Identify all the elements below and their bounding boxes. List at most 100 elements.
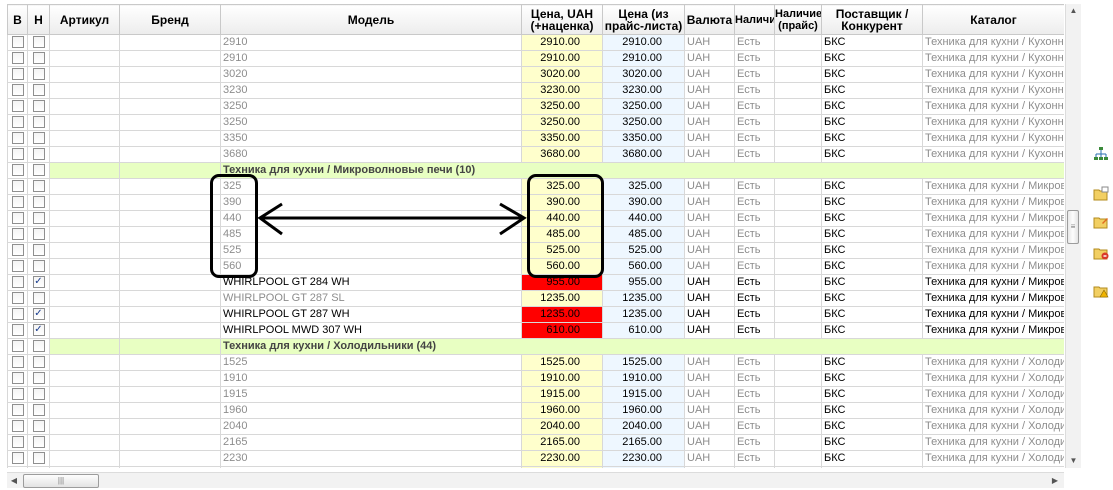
cell-price-markup[interactable]: 2040.00 xyxy=(521,418,603,435)
checkbox-v[interactable] xyxy=(11,436,24,449)
col-header-brand[interactable]: Бренд xyxy=(119,4,221,35)
cell-availability[interactable]: Есть xyxy=(734,178,775,195)
cell-availability[interactable]: Есть xyxy=(734,258,775,275)
table-row[interactable]: 3350 3350.00 3350.00 UAH Есть БКС Техника для … xyxy=(7,130,1064,147)
cell-article[interactable] xyxy=(49,242,120,259)
cell-catalog[interactable]: Техника для кухни / Микроволновые xyxy=(922,258,1064,275)
checkbox-n[interactable] xyxy=(32,180,45,193)
checkbox-v[interactable] xyxy=(11,276,24,289)
cell-price-list[interactable]: 1910.00 xyxy=(602,370,685,387)
cell-availability-price[interactable] xyxy=(774,370,822,387)
cell-brand[interactable] xyxy=(119,290,221,307)
checkbox-v[interactable] xyxy=(11,212,24,225)
cell-supplier[interactable]: БКС xyxy=(821,194,923,211)
vertical-scroll-thumb[interactable]: ≡ xyxy=(1067,210,1079,244)
scroll-up-icon[interactable]: ▲ xyxy=(1066,4,1081,18)
cell-availability[interactable]: Есть xyxy=(734,226,775,243)
cell-currency[interactable]: UAH xyxy=(684,130,735,147)
cell-supplier[interactable]: БКС xyxy=(821,50,923,67)
checkbox-v[interactable] xyxy=(11,372,24,385)
cell-catalog[interactable]: Техника для кухни / Кухонные xyxy=(922,114,1064,131)
cell-availability-price[interactable] xyxy=(774,98,822,115)
cell-catalog[interactable]: Техника для кухни / Холодильники xyxy=(922,402,1064,419)
table-row[interactable]: 2230 2230.00 2230.00 UAH Есть БКС Техника для … xyxy=(7,450,1064,467)
cell-article[interactable] xyxy=(49,178,120,195)
table-row[interactable]: 3250 3250.00 3250.00 UAH Есть БКС Техника для … xyxy=(7,114,1064,131)
cell-catalog[interactable]: Техника для кухни / Микроволновые xyxy=(922,322,1064,339)
cell-catalog[interactable]: Техника для кухни / Холодильники xyxy=(922,386,1064,403)
cell-availability-price[interactable] xyxy=(774,226,822,243)
cell-currency[interactable]: UAH xyxy=(684,194,735,211)
checkbox-v[interactable] xyxy=(11,340,24,353)
cell-price-markup[interactable]: 610.00 xyxy=(521,322,603,339)
checkbox-n[interactable] xyxy=(32,36,45,49)
cell-brand[interactable] xyxy=(119,210,221,227)
tree-icon[interactable] xyxy=(1093,146,1109,162)
cell-supplier[interactable]: БКС xyxy=(821,322,923,339)
cell-brand[interactable] xyxy=(119,226,221,243)
table-row[interactable]: 3250 3250.00 3250.00 UAH Есть БКС Техника для … xyxy=(7,98,1064,115)
cell-currency[interactable]: UAH xyxy=(684,66,735,83)
cell-supplier[interactable]: БКС xyxy=(821,242,923,259)
checkbox-n[interactable] xyxy=(32,196,45,209)
cell-availability[interactable]: Есть xyxy=(734,434,775,451)
cell-availability[interactable]: Есть xyxy=(734,66,775,83)
group-row[interactable]: Техника для кухни / Холодильники (44) xyxy=(7,338,1064,355)
table-row[interactable]: 3680 3680.00 3680.00 UAH Есть БКС Техника для … xyxy=(7,146,1064,163)
checkbox-v[interactable] xyxy=(11,52,24,65)
cell-brand[interactable] xyxy=(119,146,221,163)
cell-availability[interactable]: Есть xyxy=(734,450,775,467)
cell-article[interactable] xyxy=(49,210,120,227)
col-header-supplier[interactable]: Поставщик / Конкурент xyxy=(821,4,923,35)
cell-brand[interactable] xyxy=(119,130,221,147)
cell-article[interactable] xyxy=(49,258,120,275)
group-label[interactable]: Техника для кухни / Микроволновые печи (… xyxy=(220,162,1064,179)
cell-currency[interactable]: UAH xyxy=(684,98,735,115)
cell-catalog[interactable]: Техника для кухни / Микроволновые xyxy=(922,274,1064,291)
cell-supplier[interactable]: БКС xyxy=(821,82,923,99)
col-header-article[interactable]: Артикул xyxy=(49,4,120,35)
cell-availability-price[interactable] xyxy=(774,146,822,163)
cell-model[interactable]: 2230 xyxy=(220,450,522,467)
cell-brand[interactable] xyxy=(119,50,221,67)
table-row[interactable]: 3020 3020.00 3020.00 UAH Есть БКС Техника для … xyxy=(7,66,1064,83)
cell-supplier[interactable]: БКС xyxy=(821,226,923,243)
cell-availability[interactable]: Есть xyxy=(734,370,775,387)
cell-article[interactable] xyxy=(49,306,120,323)
cell-availability-price[interactable] xyxy=(774,194,822,211)
cell-availability[interactable]: Есть xyxy=(734,386,775,403)
cell-availability[interactable]: Есть xyxy=(734,418,775,435)
cell-currency[interactable]: UAH xyxy=(684,274,735,291)
cell-currency[interactable]: UAH xyxy=(684,34,735,51)
table-row[interactable]: 1525 1525.00 1525.00 UAH Есть БКС Техника для … xyxy=(7,354,1064,371)
cell-model[interactable]: WHIRLPOOL GT 287 SL xyxy=(220,290,522,307)
cell-catalog[interactable]: Техника для кухни / Кухонные xyxy=(922,50,1064,67)
cell-article[interactable] xyxy=(49,418,120,435)
cell-price-list[interactable]: 3020.00 xyxy=(602,66,685,83)
cell-article[interactable] xyxy=(49,274,120,291)
cell-price-list[interactable]: 610.00 xyxy=(602,322,685,339)
cell-model[interactable]: 2270 xyxy=(220,466,522,468)
cell-supplier[interactable]: БКС xyxy=(821,258,923,275)
cell-availability-price[interactable] xyxy=(774,306,822,323)
cell-currency[interactable]: UAH xyxy=(684,290,735,307)
cell-price-list[interactable]: 3230.00 xyxy=(602,82,685,99)
cell-availability-price[interactable] xyxy=(774,434,822,451)
cell-brand[interactable] xyxy=(119,66,221,83)
cell-availability[interactable]: Есть xyxy=(734,210,775,227)
cell-supplier[interactable]: БКС xyxy=(821,178,923,195)
cell-article[interactable] xyxy=(49,50,120,67)
cell-price-markup[interactable]: 2270.00 xyxy=(521,466,603,468)
cell-availability-price[interactable] xyxy=(774,34,822,51)
cell-price-markup[interactable]: 1960.00 xyxy=(521,402,603,419)
cell-catalog[interactable]: Техника для кухни / Кухонные xyxy=(922,98,1064,115)
cell-availability[interactable]: Есть xyxy=(734,146,775,163)
cell-article[interactable] xyxy=(49,386,120,403)
cell-supplier[interactable]: БКС xyxy=(821,146,923,163)
cell-supplier[interactable]: БКС xyxy=(821,114,923,131)
cell-price-list[interactable]: 560.00 xyxy=(602,258,685,275)
cell-price-list[interactable]: 2230.00 xyxy=(602,450,685,467)
checkbox-n[interactable] xyxy=(32,420,45,433)
cell-article[interactable] xyxy=(49,34,120,51)
cell-catalog[interactable]: Техника для кухни / Микроволновые xyxy=(922,226,1064,243)
